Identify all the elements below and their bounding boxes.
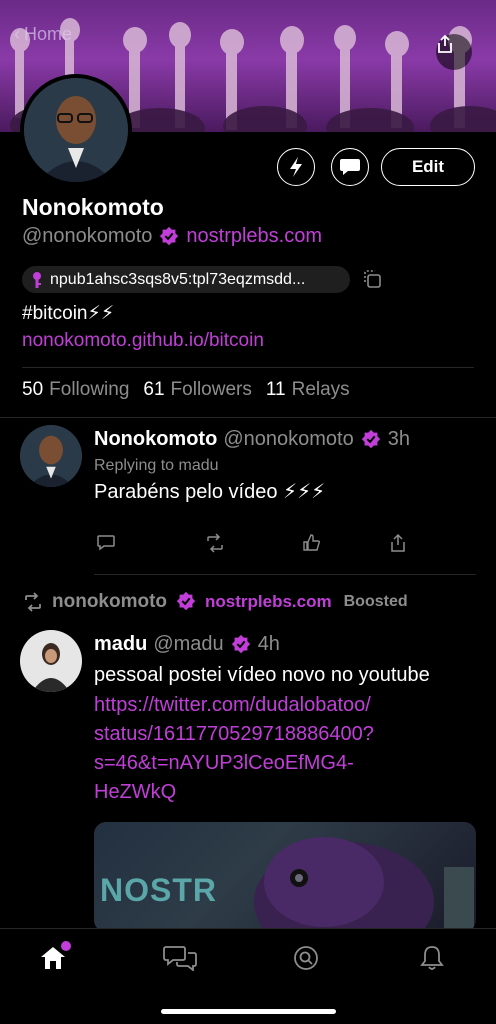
thumbs-up-icon (303, 534, 321, 551)
post-avatar[interactable] (20, 425, 82, 487)
profile-handle-row: @nonokomoto nostrplebs.com (22, 225, 322, 248)
notification-dot (61, 941, 71, 951)
key-icon (33, 271, 41, 288)
following-count[interactable]: 50 (22, 379, 43, 401)
repost-icon (207, 533, 223, 553)
post-link[interactable]: https://twitter.com/dudalobatoo/ status/… (94, 691, 474, 807)
post-avatar[interactable] (20, 630, 82, 692)
messages-icon (163, 946, 197, 971)
repost-icon (25, 592, 41, 612)
following-label[interactable]: Following (49, 379, 129, 401)
avatar-image (24, 78, 128, 182)
like-button[interactable] (302, 533, 322, 558)
message-button[interactable] (331, 148, 369, 186)
chevron-left-icon: ‹ (14, 24, 20, 44)
profile-handle: @nonokomoto (22, 225, 153, 247)
share-profile-button[interactable] (436, 34, 472, 70)
copy-icon (364, 270, 381, 288)
link-line[interactable]: https://twitter.com/dudalobatoo/ (94, 691, 474, 720)
followers-label[interactable]: Followers (171, 379, 252, 401)
profile-stats: 50 Following 61 Followers 11 Relays (22, 379, 358, 401)
post-content: pessoal postei vídeo novo no youtube (94, 664, 430, 686)
zap-button[interactable] (277, 148, 315, 186)
back-button[interactable]: ‹ Home (14, 24, 72, 45)
booster-nip05: nostrplebs.com (205, 592, 332, 611)
post-author-name[interactable]: Nonokomoto (94, 428, 217, 451)
post-content: Parabéns pelo vídeo ⚡⚡⚡ (94, 481, 326, 503)
edit-profile-button[interactable]: Edit (381, 148, 475, 186)
followers-count[interactable]: 61 (143, 379, 164, 401)
boost-indicator: nonokomoto nostrplebs.com Boosted (22, 590, 408, 614)
share-icon (438, 34, 452, 53)
reply-button[interactable] (96, 533, 116, 558)
back-label: Home (24, 24, 73, 44)
media-text: NOSTR (100, 872, 217, 908)
copy-npub-button[interactable] (361, 268, 383, 295)
profile-avatar[interactable] (20, 74, 132, 186)
tab-home[interactable] (33, 941, 73, 975)
profile-display-name: Nonokomoto (22, 194, 164, 220)
post-actions (96, 533, 416, 555)
post-author-handle: @nonokomoto (223, 428, 354, 450)
profile-bio: #bitcoin⚡⚡ (22, 303, 115, 324)
link-line[interactable]: HeZWkQ (94, 778, 474, 807)
relays-label[interactable]: Relays (292, 379, 350, 401)
verified-badge-icon (361, 429, 380, 448)
tab-search[interactable] (286, 941, 326, 975)
divider (94, 574, 476, 575)
divider (0, 417, 496, 418)
npub-text: npub1ahsc3sqs8v5:tpl73eqzmsdd... (50, 270, 306, 288)
tab-notifications[interactable] (412, 941, 452, 975)
verified-badge-icon (176, 591, 196, 611)
profile-website-link[interactable]: nonokomoto.github.io/bitcoin (22, 330, 264, 352)
repost-button[interactable] (204, 533, 226, 558)
booster-name[interactable]: nonokomoto (52, 591, 167, 613)
search-icon (294, 946, 318, 970)
npub-pill[interactable]: npub1ahsc3sqs8v5:tpl73eqzmsdd... (22, 266, 350, 293)
post-header: madu @madu 4h (94, 633, 280, 656)
post-time: 4h (257, 633, 280, 655)
link-line[interactable]: s=46&t=nAYUP3lCeoEfMG4- (94, 749, 474, 778)
share-icon (391, 533, 405, 552)
reply-icon (97, 535, 115, 551)
verified-badge-icon (160, 226, 179, 245)
share-post-button[interactable] (389, 533, 407, 558)
post-author-name[interactable]: madu (94, 633, 147, 656)
replying-to[interactable]: Replying to madu (94, 457, 219, 475)
boost-status: Boosted (343, 593, 408, 610)
post-header: Nonokomoto @nonokomoto 3h (94, 428, 410, 451)
post-media-preview[interactable]: NOSTR (94, 822, 476, 932)
profile-nip05[interactable]: nostrplebs.com (186, 225, 322, 248)
home-indicator (161, 1009, 336, 1014)
avatar-image (20, 425, 82, 487)
relays-count[interactable]: 11 (266, 379, 286, 401)
verified-badge-icon (231, 634, 250, 653)
chat-bubble-icon (340, 159, 360, 175)
notifications-icon (420, 946, 444, 970)
link-line[interactable]: status/1611770529718886400? (94, 720, 474, 749)
divider (22, 367, 474, 368)
post-author-handle: @madu (153, 633, 224, 655)
avatar-image (20, 630, 82, 692)
post-time: 3h (387, 428, 410, 450)
lightning-icon (290, 157, 302, 177)
tab-messages[interactable] (160, 941, 200, 975)
